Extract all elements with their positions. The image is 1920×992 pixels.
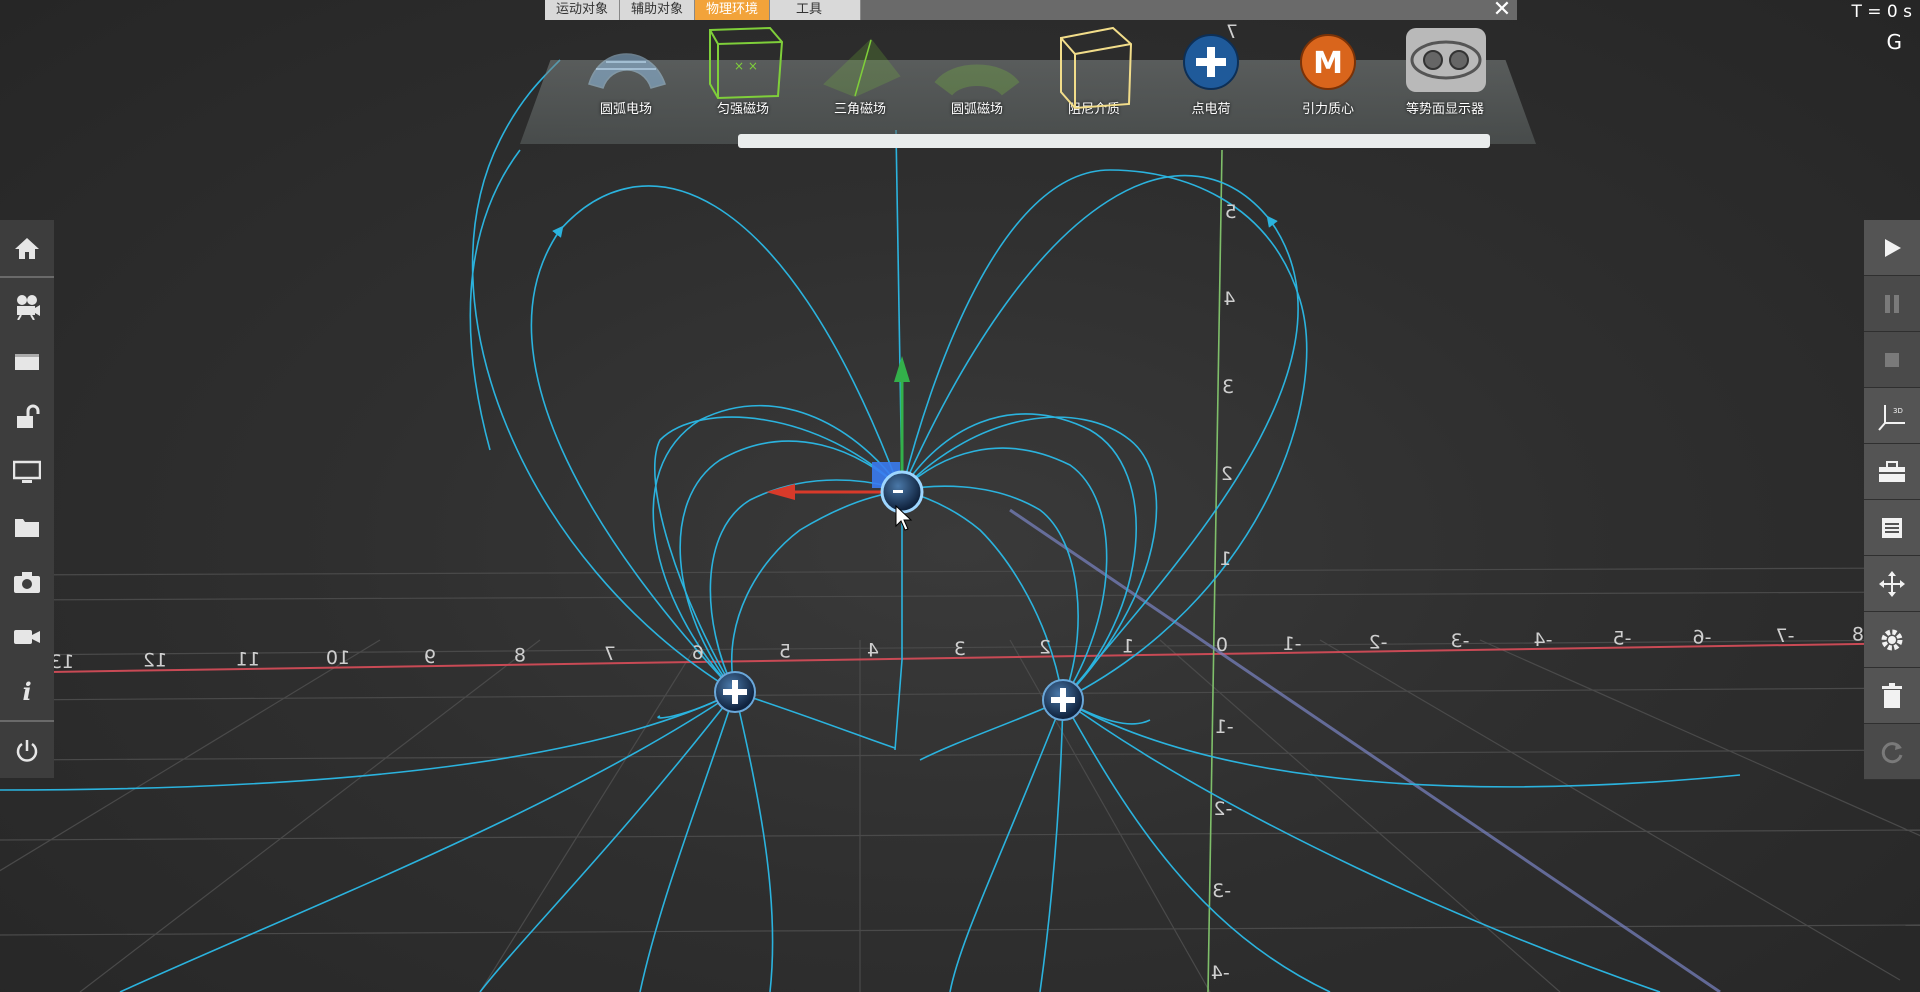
y-axis-tick-label: -1 xyxy=(1215,716,1234,738)
folder-icon[interactable] xyxy=(0,499,54,554)
tool-arc-electric-field[interactable]: 圆弧电场 xyxy=(571,24,681,117)
negative-charge-selected[interactable] xyxy=(880,470,924,514)
photo-camera-icon[interactable] xyxy=(0,554,54,609)
y-axis-tick-label: 4 xyxy=(1223,288,1235,310)
x-axis-tick-label: -1 xyxy=(1283,633,1302,655)
tool-equipotential-display[interactable]: 等势面显示器 xyxy=(1390,24,1500,117)
x-axis-tick-label: -7 xyxy=(1776,625,1795,647)
move-icon[interactable] xyxy=(1864,556,1920,612)
x-axis-tick-label: 8 xyxy=(1852,624,1864,646)
positive-charge-left[interactable] xyxy=(714,671,756,713)
y-axis-tick-label: 3 xyxy=(1222,376,1234,398)
y-axis-tick-label: 5 xyxy=(1225,201,1237,223)
right-sidebar: 3D xyxy=(1864,220,1920,780)
monitor-icon[interactable] xyxy=(0,444,54,499)
x-axis-tick-label: 12 xyxy=(143,650,167,672)
x-axis-tick-label: -2 xyxy=(1369,632,1388,654)
arc-electric-field-icon xyxy=(581,24,671,100)
tool-label: 引力质心 xyxy=(1301,102,1354,117)
category-tabs: 运动对象 辅助对象 物理环境 工具 xyxy=(545,0,1517,20)
tool-label: 等势面显示器 xyxy=(1405,102,1484,117)
damping-medium-icon xyxy=(1049,24,1139,110)
tool-label: 三角磁场 xyxy=(833,102,886,117)
x-axis-tick-label: -6 xyxy=(1693,626,1712,648)
y-axis-tick-label: -3 xyxy=(1212,880,1231,902)
x-axis-tick-label: -4 xyxy=(1534,629,1553,651)
point-charge-icon xyxy=(1166,24,1256,100)
arc-magnetic-field-icon xyxy=(932,24,1022,100)
info-icon[interactable]: i xyxy=(0,664,54,719)
tool-point-charge[interactable]: 点电荷 xyxy=(1156,24,1266,117)
tab-motion-objects[interactable]: 运动对象 xyxy=(545,0,621,20)
x-axis-tick-label: 3 xyxy=(954,638,966,660)
tool-label: 圆弧电场 xyxy=(599,102,652,117)
video-camera-icon[interactable] xyxy=(0,609,54,664)
stop-icon[interactable] xyxy=(1864,332,1920,388)
y-axis-tick-label: -2 xyxy=(1213,798,1232,820)
y-axis-tick-labels: 754321-1-2-3-4 xyxy=(1211,21,1238,984)
gravity-indicator[interactable]: G xyxy=(1887,30,1903,54)
physics-3d-viewport[interactable]: 13 12 11 10 9 8 7 6 5 4 3 2 1 0 -1 -2 -3 -4 -5 -6 -7 8 754321… xyxy=(0,0,1920,992)
svg-text:M: M xyxy=(1313,46,1343,81)
tool-triangle-magnetic-field[interactable]: 三角磁场 xyxy=(805,24,915,117)
x-axis-tick-label: -5 xyxy=(1613,628,1632,650)
unlock-icon[interactable] xyxy=(0,389,54,444)
divider xyxy=(0,276,54,278)
uniform-magnetic-field-icon: × × xyxy=(698,24,788,100)
tool-damping-medium[interactable]: 阻尼介质 xyxy=(1039,24,1149,117)
left-sidebar: i xyxy=(0,220,54,778)
x-axis-tick-label: -3 xyxy=(1451,630,1470,652)
x-axis-tick-label: 10 xyxy=(326,647,350,669)
x-axis-tick-label: 5 xyxy=(779,641,791,663)
window-icon[interactable] xyxy=(0,334,54,389)
tab-tools[interactable]: 工具 xyxy=(770,0,862,20)
svg-text:3D: 3D xyxy=(1893,407,1903,415)
play-icon[interactable] xyxy=(1864,220,1920,276)
gear-icon[interactable] xyxy=(1864,612,1920,668)
tool-arc-magnetic-field[interactable]: 圆弧磁场 xyxy=(922,24,1032,117)
x-axis-tick-label: 8 xyxy=(514,645,526,667)
x-axis-tick-label: 9 xyxy=(424,646,436,668)
pause-icon[interactable] xyxy=(1864,276,1920,332)
triangle-magnetic-field-icon xyxy=(815,24,905,100)
tool-uniform-magnetic-field[interactable]: × × 匀强磁场 xyxy=(688,24,798,117)
y-axis-tick-label: 1 xyxy=(1219,548,1231,570)
x-axis-tick-label: 2 xyxy=(1039,637,1051,659)
x-axis-tick-label: 11 xyxy=(236,648,260,670)
x-axis-tick-label: 6 xyxy=(692,642,704,664)
home-icon[interactable] xyxy=(0,220,54,275)
x-axis-tick-label: 1 xyxy=(1122,635,1134,657)
x-axis-tick-label: 0 xyxy=(1216,634,1228,656)
tab-auxiliary-objects[interactable]: 辅助对象 xyxy=(620,0,696,20)
equipotential-display-icon xyxy=(1400,24,1490,100)
x-axis-tick-label: 7 xyxy=(604,643,616,665)
tool-label: 匀强磁场 xyxy=(716,102,769,117)
y-axis-tick-label: 2 xyxy=(1221,463,1233,485)
axes-icon[interactable]: 3D xyxy=(1864,388,1920,444)
gravity-center-icon: M xyxy=(1283,24,1373,100)
tool-gravity-center[interactable]: M 引力质心 xyxy=(1273,24,1383,117)
toolbox-icon[interactable] xyxy=(1864,444,1920,500)
tool-tray-scrollbar[interactable] xyxy=(738,134,1490,148)
divider xyxy=(0,720,54,722)
tool-label: 圆弧磁场 xyxy=(950,102,1003,117)
positive-charge-right[interactable] xyxy=(1042,679,1084,721)
x-axis-tick-label: 4 xyxy=(867,639,879,661)
reset-icon[interactable] xyxy=(1864,724,1920,780)
camera-rig-icon[interactable] xyxy=(0,279,54,334)
field-lines xyxy=(0,59,1741,992)
tool-label: 点电荷 xyxy=(1191,102,1231,117)
power-icon[interactable] xyxy=(0,723,54,778)
trash-icon[interactable] xyxy=(1864,668,1920,724)
close-icon[interactable]: ✕ xyxy=(1488,0,1516,21)
list-icon[interactable] xyxy=(1864,500,1920,556)
simulation-time: T = 0 s xyxy=(1851,2,1912,22)
svg-text:× ×: × × xyxy=(734,59,758,73)
tab-physics-environment[interactable]: 物理环境 xyxy=(695,0,771,20)
y-axis-tick-label: -4 xyxy=(1211,962,1230,984)
